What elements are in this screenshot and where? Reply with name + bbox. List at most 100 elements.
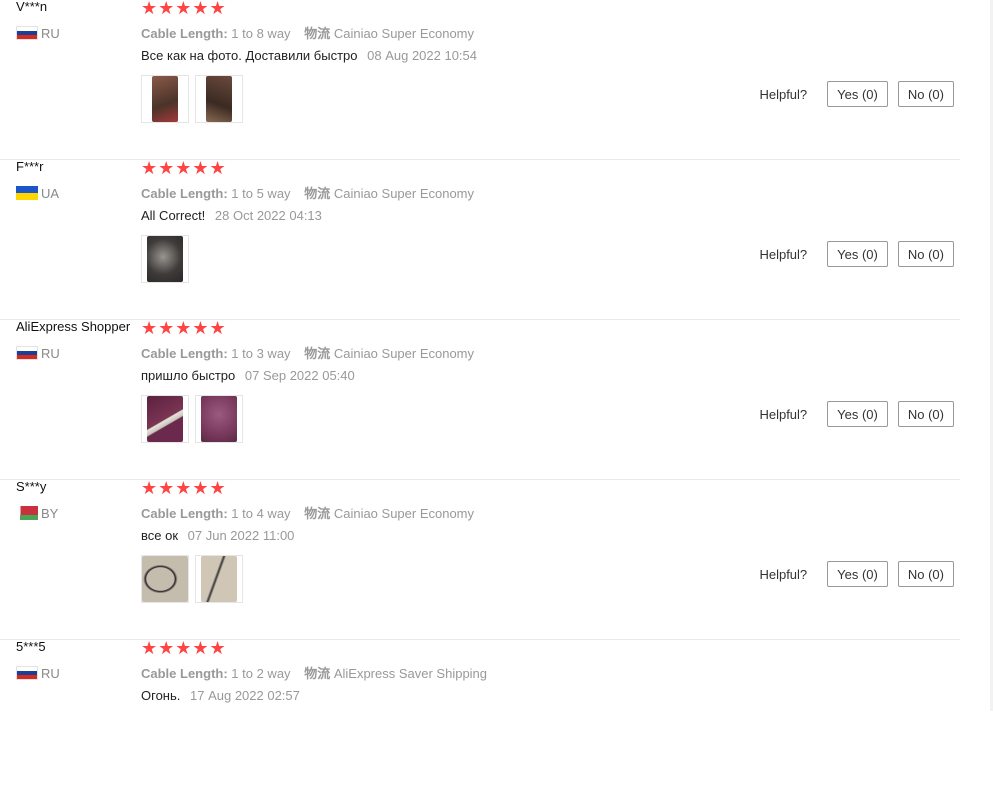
cable-length-value: 1 to 5 way	[231, 186, 291, 201]
country-code: RU	[41, 25, 60, 41]
star-rating: ★★★★★	[141, 638, 227, 658]
review-photos	[141, 235, 195, 283]
review-comment: все ок 07 Jun 2022 11:00	[141, 528, 294, 543]
helpful-yes-button[interactable]: Yes (0)	[827, 81, 888, 107]
review-attributes: Cable Length: 1 to 5 way 物流 Cainiao Supe…	[141, 183, 484, 202]
review-photo-thumb[interactable]	[141, 75, 189, 123]
reviewer-name: V***n	[16, 0, 48, 14]
helpful-no-button[interactable]: No (0)	[897, 81, 954, 107]
shipping-key: 物流	[304, 26, 331, 41]
cable-length-key: Cable Length:	[141, 506, 228, 521]
shipping-value: Cainiao Super Economy	[333, 506, 475, 521]
cable-length-key: Cable Length:	[141, 186, 228, 201]
review-item: AliExpress Shopper RU ★★★★★ Cable Length…	[0, 318, 960, 480]
reviewer-name: S***y	[16, 479, 47, 494]
helpful-vote: Helpful? Yes (0) No (0)	[759, 561, 954, 587]
helpful-no-button[interactable]: No (0)	[897, 401, 954, 427]
country-code: UA	[41, 185, 60, 201]
review-attributes: Cable Length: 1 to 3 way 物流 Cainiao Supe…	[141, 343, 484, 362]
cable-length-value: 1 to 2 way	[231, 666, 291, 681]
belarus-flag-icon	[16, 506, 38, 520]
reviewer-country: RU	[16, 345, 60, 361]
review-photo-thumb[interactable]	[195, 555, 243, 603]
helpful-no-button[interactable]: No (0)	[897, 241, 954, 267]
review-date: 08 Aug 2022 10:54	[367, 48, 478, 63]
review-photos	[141, 555, 249, 603]
review-photo-thumb[interactable]	[195, 75, 243, 123]
review-item: F***r UA ★★★★★ Cable Length: 1 to 5 way …	[0, 158, 960, 320]
review-photo-thumb[interactable]	[141, 555, 189, 603]
review-comment: Огонь. 17 Aug 2022 02:57	[141, 688, 300, 703]
helpful-no-button[interactable]: No (0)	[897, 561, 954, 587]
star-rating: ★★★★★	[141, 158, 227, 178]
reviewer-name: 5***5	[16, 639, 46, 654]
helpful-label: Helpful?	[759, 86, 808, 102]
reviewer-name: F***r	[16, 159, 44, 174]
ukraine-flag-icon	[16, 186, 38, 200]
review-attributes: Cable Length: 1 to 2 way 物流 AliExpress S…	[141, 663, 497, 682]
review-date: 07 Sep 2022 05:40	[244, 368, 355, 383]
helpful-vote: Helpful? Yes (0) No (0)	[759, 81, 954, 107]
helpful-label: Helpful?	[759, 406, 808, 422]
helpful-label: Helpful?	[759, 566, 808, 582]
russia-flag-icon	[16, 666, 38, 680]
review-item: V***n RU ★★★★★ Cable Length: 1 to 8 way …	[0, 0, 960, 160]
photo-image	[206, 76, 232, 122]
review-date: 17 Aug 2022 02:57	[190, 688, 300, 703]
cable-length-value: 1 to 8 way	[231, 26, 291, 41]
review-text: All Correct!	[141, 208, 206, 223]
country-code: RU	[41, 665, 60, 681]
photo-image	[142, 556, 188, 602]
review-text: Все как на фото. Доставили быстро	[141, 48, 358, 63]
shipping-key: 物流	[304, 346, 331, 361]
review-item: 5***5 RU ★★★★★ Cable Length: 1 to 2 way …	[0, 638, 960, 800]
reviewer-name: AliExpress Shopper	[16, 319, 131, 334]
reviews-list: V***n RU ★★★★★ Cable Length: 1 to 8 way …	[0, 0, 993, 711]
review-comment: All Correct! 28 Oct 2022 04:13	[141, 208, 322, 223]
shipping-value: Cainiao Super Economy	[333, 346, 475, 361]
helpful-vote: Helpful? Yes (0) No (0)	[759, 241, 954, 267]
review-attributes: Cable Length: 1 to 8 way 物流 Cainiao Supe…	[141, 23, 484, 42]
review-text: Огонь.	[141, 688, 181, 703]
cable-length-key: Cable Length:	[141, 346, 228, 361]
helpful-yes-button[interactable]: Yes (0)	[827, 561, 888, 587]
helpful-yes-button[interactable]: Yes (0)	[827, 401, 888, 427]
cable-length-value: 1 to 4 way	[231, 506, 291, 521]
cable-length-value: 1 to 3 way	[231, 346, 291, 361]
review-photos	[141, 75, 249, 123]
photo-image	[152, 76, 178, 122]
review-photo-thumb[interactable]	[141, 235, 189, 283]
russia-flag-icon	[16, 346, 38, 360]
shipping-key: 物流	[304, 506, 331, 521]
review-text: пришло быстро	[141, 368, 236, 383]
reviewer-country: UA	[16, 185, 59, 201]
photo-image	[147, 396, 183, 442]
review-date: 07 Jun 2022 11:00	[187, 528, 295, 543]
helpful-vote: Helpful? Yes (0) No (0)	[759, 401, 954, 427]
reviewer-country: RU	[16, 25, 60, 41]
cable-length-key: Cable Length:	[141, 26, 228, 41]
shipping-key: 物流	[304, 666, 331, 681]
star-rating: ★★★★★	[141, 0, 227, 18]
shipping-value: AliExpress Saver Shipping	[333, 666, 488, 681]
photo-image	[147, 236, 183, 282]
review-comment: Все как на фото. Доставили быстро 08 Aug…	[141, 48, 477, 63]
shipping-value: Cainiao Super Economy	[333, 186, 475, 201]
shipping-value: Cainiao Super Economy	[333, 26, 475, 41]
star-rating: ★★★★★	[141, 318, 227, 338]
cable-length-key: Cable Length:	[141, 666, 228, 681]
review-comment: пришло быстро 07 Sep 2022 05:40	[141, 368, 355, 383]
shipping-key: 物流	[304, 186, 331, 201]
star-rating: ★★★★★	[141, 478, 227, 498]
russia-flag-icon	[16, 26, 38, 40]
review-photo-thumb[interactable]	[195, 395, 243, 443]
review-item: S***y BY ★★★★★ Cable Length: 1 to 4 way …	[0, 478, 960, 640]
review-photo-thumb[interactable]	[141, 395, 189, 443]
reviewer-country: RU	[16, 665, 60, 681]
helpful-yes-button[interactable]: Yes (0)	[827, 241, 888, 267]
review-text: все ок	[141, 528, 179, 543]
review-photos	[141, 395, 249, 443]
helpful-label: Helpful?	[759, 246, 808, 262]
photo-image	[201, 396, 237, 442]
country-code: BY	[41, 505, 59, 521]
